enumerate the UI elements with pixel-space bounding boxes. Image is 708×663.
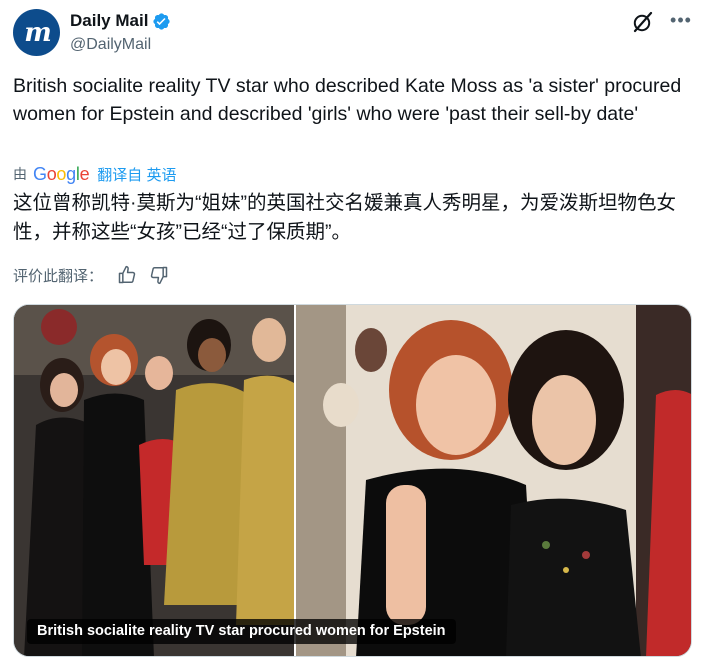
translated-text: 这位曾称凯特·莫斯为“姐妹”的英国社交名媛兼真人秀明星，为爱泼斯坦物色女性，并称…	[13, 192, 676, 243]
more-icon[interactable]: •••	[669, 10, 693, 34]
avatar[interactable]: m	[13, 9, 60, 56]
rate-translation: 评价此翻译：	[13, 264, 169, 286]
author-display-name[interactable]: Daily Mail	[70, 11, 148, 31]
translated-by-label: 由	[13, 166, 27, 182]
media-caption: British socialite reality TV star procur…	[27, 619, 456, 644]
google-logo: Google	[33, 163, 90, 184]
thumbs-down-icon[interactable]	[149, 265, 169, 285]
author-names: Daily Mail @DailyMail	[70, 11, 171, 54]
verified-badge-icon[interactable]	[152, 12, 171, 31]
media-container: British socialite reality TV star procur…	[13, 304, 692, 657]
tweet-header: m Daily Mail @DailyMail •••	[13, 9, 695, 59]
grok-icon[interactable]	[631, 10, 655, 34]
group-photo-illustration	[14, 305, 294, 656]
author-handle[interactable]: @DailyMail	[70, 36, 171, 54]
photo-duo-right[interactable]	[296, 305, 691, 656]
translation-attribution: 由 Google 翻译自 英语	[13, 163, 176, 185]
thumbs-up-icon[interactable]	[117, 265, 137, 285]
avatar-logo: m	[24, 17, 51, 48]
photo-group-left[interactable]	[14, 305, 294, 656]
tweet-text: British socialite reality TV star who de…	[13, 75, 682, 125]
rate-translation-label: 评价此翻译：	[13, 267, 104, 285]
duo-photo-illustration	[296, 305, 691, 656]
translated-from-link[interactable]: 翻译自 英语	[97, 164, 176, 185]
